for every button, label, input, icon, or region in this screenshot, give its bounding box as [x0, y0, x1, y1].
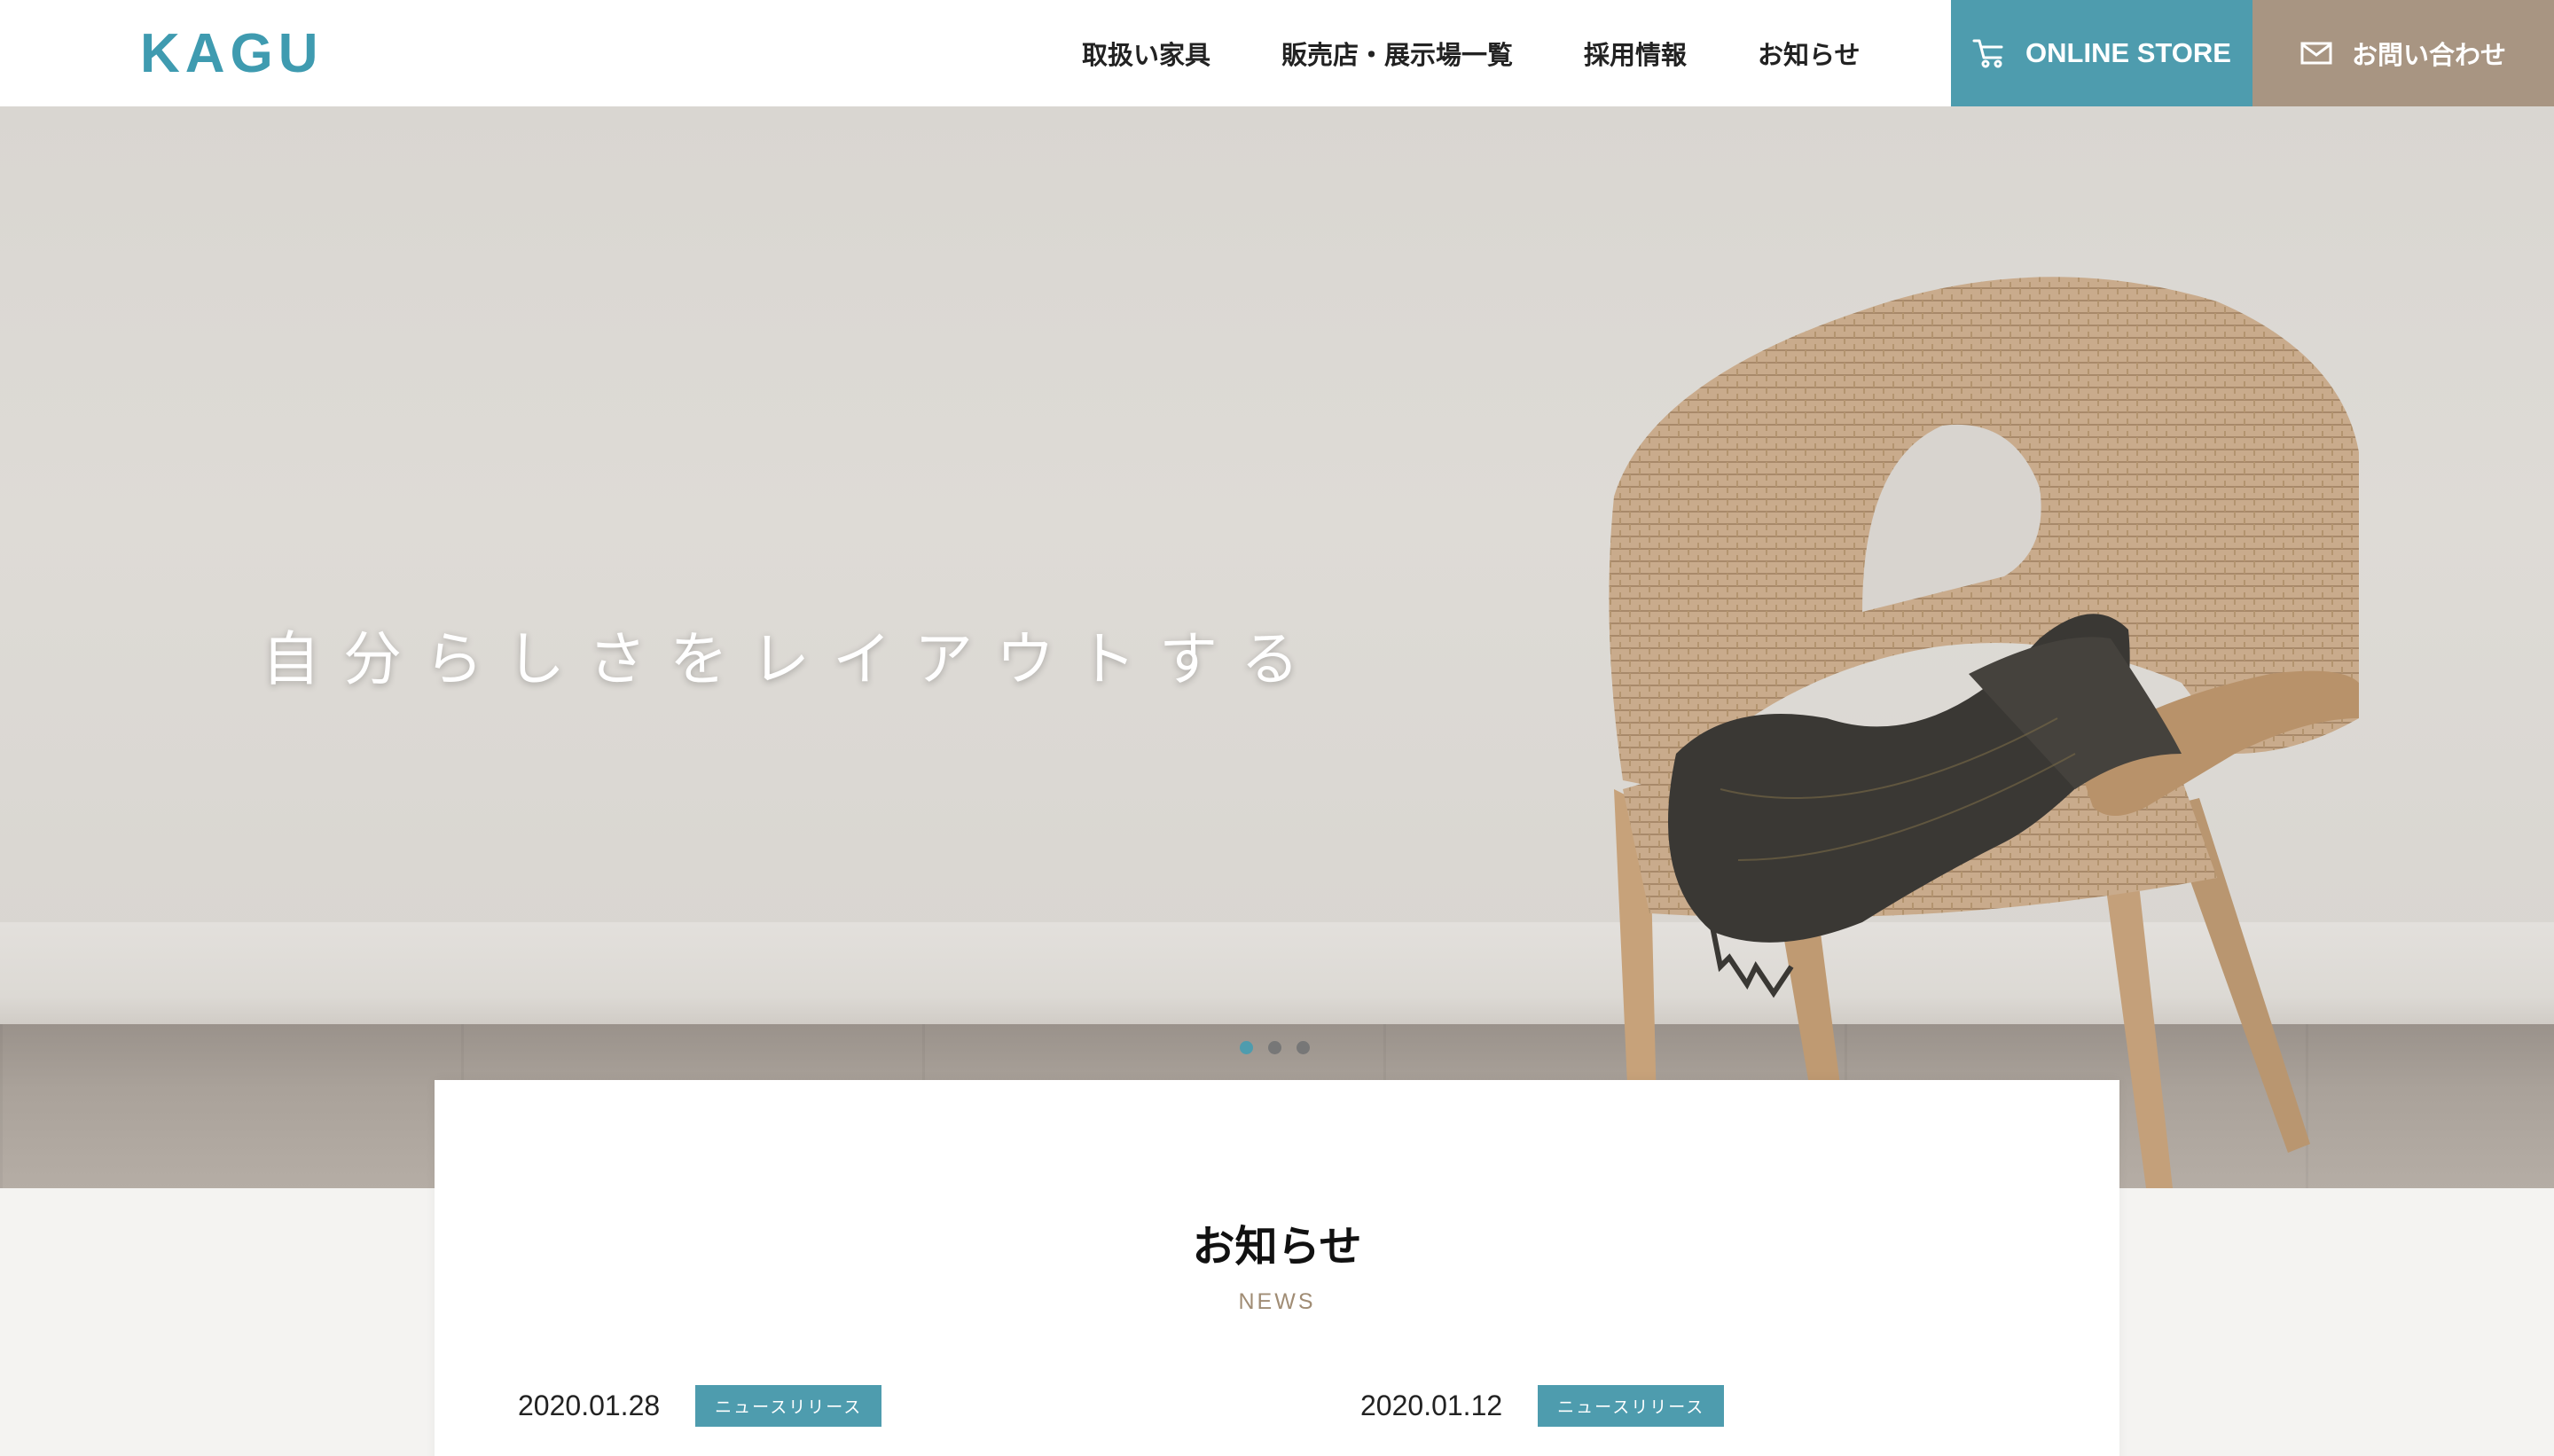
news-date: 2020.01.28	[518, 1389, 661, 1421]
news-item[interactable]: 2020.01.12 ニュースリリース	[1360, 1385, 1725, 1427]
nav-recruit[interactable]: 採用情報	[1584, 35, 1687, 72]
slider-dot-1[interactable]	[1240, 1041, 1253, 1054]
news-subtitle: NEWS	[1238, 1289, 1316, 1314]
nav-news[interactable]: お知らせ	[1758, 35, 1860, 72]
slider-dots	[1240, 1041, 1325, 1054]
page: KAGU 取扱い家具 販売店・展示場一覧 採用情報 お知らせ ONLINE ST…	[0, 0, 2554, 1456]
contact-label: お問い合わせ	[2351, 40, 2506, 70]
rattan-chair-image	[1609, 277, 2359, 1188]
online-store-label: ONLINE STORE	[2025, 37, 2231, 68]
news-tag[interactable]: ニュースリリース	[695, 1385, 882, 1427]
hero-tagline: 自分らしさをレイアウトする	[262, 625, 1322, 693]
nav-furniture[interactable]: 取扱い家具	[1082, 35, 1210, 72]
nav-stores[interactable]: 販売店・展示場一覧	[1281, 35, 1513, 72]
main-nav: 取扱い家具 販売店・展示場一覧 採用情報 お知らせ	[1046, 0, 1931, 106]
hero-slider: 自分らしさをレイアウトする	[0, 106, 2554, 1188]
news-item[interactable]: 2020.01.28 ニュースリリース	[518, 1385, 882, 1427]
site-header: KAGU 取扱い家具 販売店・展示場一覧 採用情報 お知らせ ONLINE ST…	[0, 0, 2554, 106]
news-date: 2020.01.12	[1360, 1389, 1503, 1421]
kagu-logo[interactable]: KAGU	[140, 27, 324, 82]
slider-dot-2[interactable]	[1268, 1041, 1281, 1054]
news-tag[interactable]: ニュースリリース	[1538, 1385, 1725, 1427]
mail-icon	[2300, 42, 2332, 65]
online-store-button[interactable]: ONLINE STORE	[1951, 0, 2252, 106]
slider-dot-3[interactable]	[1297, 1041, 1310, 1054]
contact-button[interactable]: お問い合わせ	[2252, 0, 2554, 106]
cart-icon	[1972, 38, 2006, 68]
news-section: お知らせ NEWS 2020.01.28 ニュースリリース 2020.01.12…	[435, 1080, 2119, 1456]
news-title: お知らせ	[1192, 1222, 1362, 1272]
